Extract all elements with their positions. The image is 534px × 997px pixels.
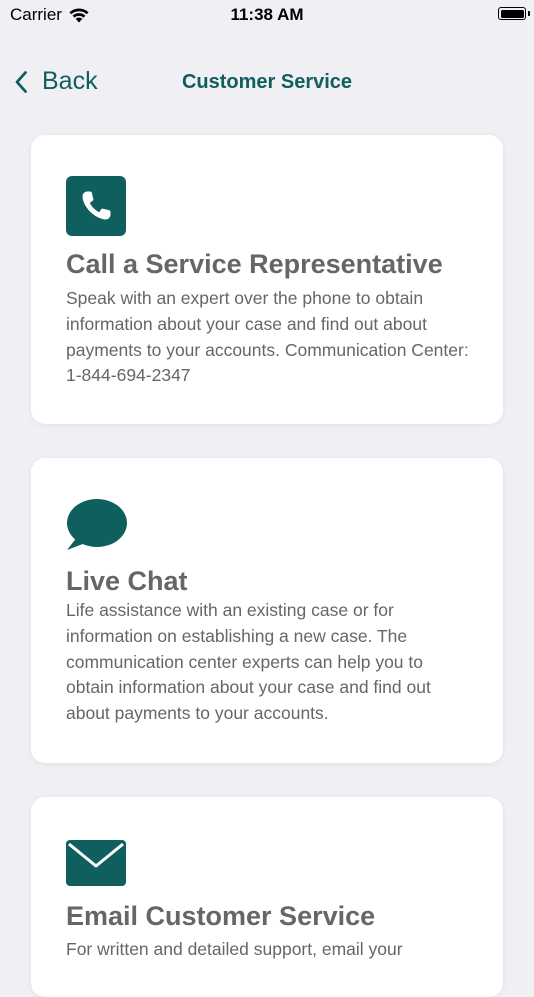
status-time: 11:38 AM xyxy=(230,5,304,24)
live-chat-card[interactable]: Live Chat Life assistance with an existi… xyxy=(31,458,503,763)
phone-icon xyxy=(66,176,126,236)
call-representative-card[interactable]: Call a Service Representative Speak with… xyxy=(31,135,503,424)
battery-tip xyxy=(528,11,530,16)
page-title: Customer Service xyxy=(181,71,353,93)
card-title: Email Customer Service xyxy=(66,901,376,931)
envelope-icon xyxy=(66,840,126,886)
chat-bubble-icon xyxy=(67,499,127,550)
card-description: Speak with an expert over the phone to o… xyxy=(66,288,469,386)
battery-icon xyxy=(498,7,526,20)
status-bar: Carrier 11:38 AM xyxy=(0,0,534,30)
card-title: Call a Service Representative xyxy=(66,249,443,279)
navigation-bar: Back Customer Service xyxy=(0,55,534,111)
card-title: Live Chat xyxy=(66,566,188,596)
card-description: Life assistance with an existing case or… xyxy=(66,600,431,724)
email-customer-service-card[interactable]: Email Customer Service For written and d… xyxy=(31,797,503,997)
